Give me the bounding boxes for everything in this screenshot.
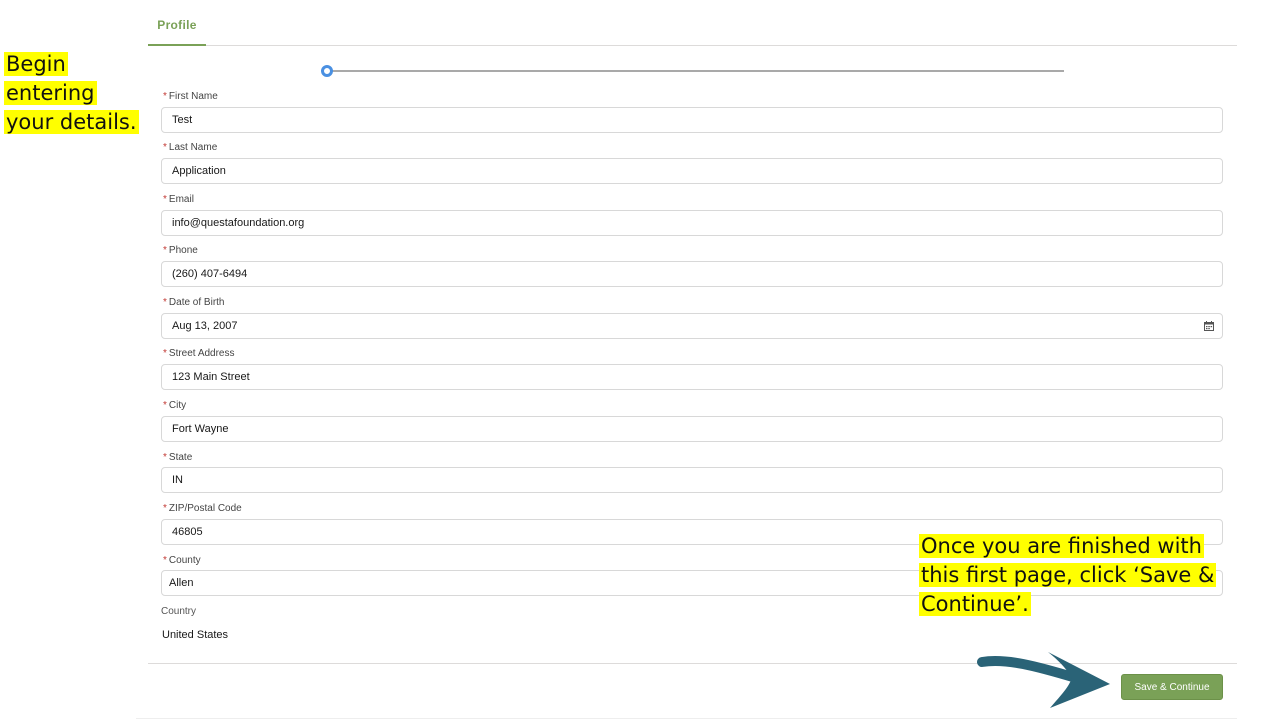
instruction-right-line-2: this first page, click ‘Save & xyxy=(919,563,1217,587)
date-of-birth-field[interactable]: Aug 13, 2007 xyxy=(161,313,1223,339)
county-value: Allen xyxy=(169,577,194,589)
calendar-icon[interactable] xyxy=(1204,321,1214,331)
required-marker: * xyxy=(163,452,167,463)
instruction-callout-left: Begin entering your details. xyxy=(4,50,139,137)
zip-code-value: 46805 xyxy=(172,526,203,538)
instruction-right-line-1: Once you are finished with xyxy=(919,534,1204,558)
street-address-label: * Street Address xyxy=(163,348,235,359)
state-value: IN xyxy=(172,474,183,486)
required-marker: * xyxy=(163,194,167,205)
instruction-left-line-1: Begin xyxy=(4,52,68,76)
city-value: Fort Wayne xyxy=(172,423,229,435)
required-marker: * xyxy=(163,400,167,411)
country-value: United States xyxy=(162,629,229,641)
email-label: * Email xyxy=(163,194,194,205)
street-address-field[interactable]: 123 Main Street xyxy=(161,364,1223,390)
street-address-value: 123 Main Street xyxy=(172,371,250,383)
required-marker: * xyxy=(163,245,167,256)
phone-value: (260) 407-6494 xyxy=(172,268,248,280)
progress-step-indicator xyxy=(321,65,333,77)
instruction-callout-right: Once you are finished with this first pa… xyxy=(919,532,1244,619)
required-marker: * xyxy=(163,503,167,514)
first-name-value: Test xyxy=(172,114,193,126)
pointer-arrow-icon xyxy=(977,652,1110,708)
first-name-field[interactable]: Test xyxy=(161,107,1223,133)
state-field[interactable]: IN xyxy=(161,467,1223,493)
date-of-birth-value: Aug 13, 2007 xyxy=(172,320,238,332)
last-name-field[interactable]: Application xyxy=(161,158,1223,184)
email-value: info@questafoundation.org xyxy=(172,217,305,229)
state-label: * State xyxy=(163,452,193,463)
date-of-birth-label: * Date of Birth xyxy=(163,297,225,308)
email-field[interactable]: info@questafoundation.org xyxy=(161,210,1223,236)
save-and-continue-button[interactable]: Save & Continue xyxy=(1121,674,1223,700)
tab-profile[interactable]: Profile xyxy=(148,18,206,46)
last-name-label: * Last Name xyxy=(163,142,218,153)
county-label: * County xyxy=(163,555,201,566)
required-marker: * xyxy=(163,297,167,308)
application-page: Profile * First Name Test * Last Name Appl… xyxy=(0,0,1280,720)
zip-code-label: * ZIP/Postal Code xyxy=(163,503,242,514)
instruction-right-line-3: Continue’. xyxy=(919,592,1031,616)
instruction-left-line-2: entering xyxy=(4,81,97,105)
city-field[interactable]: Fort Wayne xyxy=(161,416,1223,442)
phone-field[interactable]: (260) 407-6494 xyxy=(161,261,1223,287)
instruction-left-line-3: your details. xyxy=(4,110,139,134)
required-marker: * xyxy=(163,348,167,359)
required-marker: * xyxy=(163,91,167,102)
phone-label: * Phone xyxy=(163,245,198,256)
bottom-divider xyxy=(136,718,1237,719)
city-label: * City xyxy=(163,400,187,411)
progress-track xyxy=(327,70,1064,72)
required-marker: * xyxy=(163,142,167,153)
last-name-value: Application xyxy=(172,165,226,177)
required-marker: * xyxy=(163,555,167,566)
tab-bar: Profile xyxy=(148,0,1237,46)
first-name-label: * First Name xyxy=(163,91,218,102)
country-label: Country xyxy=(161,606,197,617)
